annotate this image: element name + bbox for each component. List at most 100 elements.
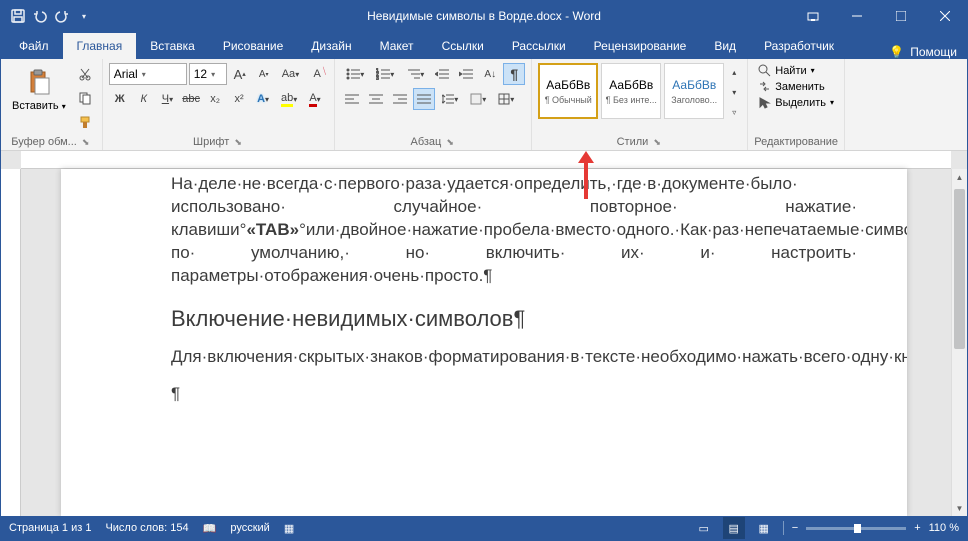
font-launcher[interactable]: ⬊: [232, 137, 244, 147]
shrink-font-button[interactable]: A▾: [253, 63, 275, 85]
font-size-combo[interactable]: 12▾: [189, 63, 227, 85]
style-normal[interactable]: АаБбВв ¶ Обычный: [538, 63, 598, 119]
vertical-scrollbar[interactable]: ▲ ▼: [951, 169, 967, 516]
paragraph-2[interactable]: Для·включения·скрытых·знаков·форматирова…: [171, 346, 857, 369]
italic-button[interactable]: К: [133, 88, 155, 110]
web-layout-button[interactable]: ▦: [753, 517, 775, 539]
bullets-button[interactable]: ▾: [341, 63, 369, 85]
tab-file[interactable]: Файл: [5, 33, 63, 59]
zoom-slider[interactable]: [806, 527, 906, 530]
copy-button[interactable]: [74, 87, 96, 109]
show-hide-marks-button[interactable]: ¶: [503, 63, 525, 85]
close-button[interactable]: [923, 1, 967, 31]
borders-button[interactable]: ▾: [493, 88, 519, 110]
redo-button[interactable]: [53, 7, 71, 25]
styles-scroll-down[interactable]: ▾: [727, 83, 741, 101]
increase-indent-button[interactable]: [455, 63, 477, 85]
font-name-combo[interactable]: Arial▾: [109, 63, 187, 85]
paste-button[interactable]: Вставить ▾: [7, 63, 71, 115]
strike-button[interactable]: abc: [180, 88, 202, 110]
change-case-button[interactable]: Aa▾: [277, 63, 304, 85]
style-heading1[interactable]: АаБбВв Заголово...: [664, 63, 724, 119]
clipboard-group-label: Буфер обм...: [11, 136, 77, 148]
read-mode-button[interactable]: ▭: [693, 517, 715, 539]
macro-icon[interactable]: ▦: [284, 522, 294, 535]
scroll-down-button[interactable]: ▼: [952, 500, 967, 516]
align-justify-button[interactable]: [413, 88, 435, 110]
print-layout-button[interactable]: ▤: [723, 517, 745, 539]
tab-draw[interactable]: Рисование: [209, 33, 297, 59]
decrease-indent-button[interactable]: [431, 63, 453, 85]
tab-developer[interactable]: Разработчик: [750, 33, 848, 59]
page-indicator[interactable]: Страница 1 из 1: [9, 522, 91, 534]
heading[interactable]: Включение·невидимых·символов¶: [171, 306, 857, 332]
zoom-in-button[interactable]: +: [914, 522, 920, 534]
align-right-button[interactable]: [389, 88, 411, 110]
horizontal-ruler[interactable]: [21, 151, 951, 169]
bold-button[interactable]: Ж: [109, 88, 131, 110]
group-styles: АаБбВв ¶ Обычный АаБбВв ¶ Без инте... Аа…: [532, 59, 748, 150]
clipboard-launcher[interactable]: ⬊: [80, 137, 92, 147]
clear-format-button[interactable]: A⧹: [306, 63, 328, 85]
tab-home[interactable]: Главная: [63, 33, 137, 59]
titlebar: ▾ Невидимые символы в Ворде.docx - Word: [1, 1, 967, 31]
font-color-button[interactable]: A▾: [304, 88, 325, 110]
numbering-button[interactable]: 123▾: [371, 63, 399, 85]
tab-view[interactable]: Вид: [700, 33, 750, 59]
tab-layout[interactable]: Макет: [366, 33, 428, 59]
paragraph-empty[interactable]: ¶: [171, 383, 857, 406]
paragraph-1[interactable]: На·деле·не·всегда·с·первого·раза·удается…: [171, 173, 857, 288]
maximize-button[interactable]: [879, 1, 923, 31]
paragraph-group-label: Абзац: [410, 136, 441, 148]
qat-customize[interactable]: ▾: [75, 7, 93, 25]
tab-mailings[interactable]: Рассылки: [498, 33, 580, 59]
zoom-out-button[interactable]: −: [792, 522, 798, 534]
font-group-label: Шрифт: [193, 136, 229, 148]
styles-launcher[interactable]: ⬊: [651, 137, 663, 147]
ribbon-options-button[interactable]: [791, 1, 835, 31]
find-button[interactable]: Найти ▾: [754, 63, 838, 78]
select-button[interactable]: Выделить ▾: [754, 95, 838, 110]
sort-button[interactable]: A↓: [479, 63, 501, 85]
highlight-button[interactable]: ab▾: [276, 88, 302, 110]
line-spacing-button[interactable]: ▾: [437, 88, 463, 110]
group-paragraph: ▾ 123▾ ▾ A↓ ¶ ▾ ▾ ▾ Абзац ⬊: [335, 59, 532, 150]
document-page[interactable]: На·деле·не·всегда·с·первого·раза·удается…: [61, 169, 907, 516]
tell-me-input[interactable]: Помощи: [910, 45, 957, 59]
window-controls: [791, 1, 967, 31]
zoom-level[interactable]: 110 %: [929, 522, 959, 534]
cut-button[interactable]: [74, 63, 96, 85]
format-painter-button[interactable]: [74, 111, 96, 133]
align-center-button[interactable]: [365, 88, 387, 110]
subscript-button[interactable]: x₂: [204, 88, 226, 110]
styles-more-button[interactable]: ▴: [727, 63, 741, 81]
tab-review[interactable]: Рецензирование: [580, 33, 701, 59]
tab-insert[interactable]: Вставка: [136, 33, 209, 59]
paragraph-launcher[interactable]: ⬊: [444, 137, 456, 147]
save-button[interactable]: [9, 7, 27, 25]
vertical-ruler[interactable]: [1, 169, 21, 516]
language-indicator[interactable]: русский: [230, 522, 269, 534]
grow-font-button[interactable]: A▴: [229, 63, 251, 85]
underline-button[interactable]: Ч▾: [157, 88, 178, 110]
tab-references[interactable]: Ссылки: [428, 33, 498, 59]
word-count[interactable]: Число слов: 154: [105, 522, 188, 534]
scroll-up-button[interactable]: ▲: [952, 169, 967, 185]
superscript-button[interactable]: x²: [228, 88, 250, 110]
multilevel-button[interactable]: ▾: [401, 63, 429, 85]
shading-button[interactable]: ▾: [465, 88, 491, 110]
styles-expand-button[interactable]: ▿: [727, 103, 741, 121]
styles-group-label: Стили: [617, 136, 649, 148]
minimize-button[interactable]: [835, 1, 879, 31]
group-clipboard: Вставить ▾ Буфер обм... ⬊: [1, 59, 103, 150]
replace-button[interactable]: Заменить: [754, 79, 838, 94]
text-effects-button[interactable]: A▾: [252, 88, 274, 110]
undo-button[interactable]: [31, 7, 49, 25]
align-left-button[interactable]: [341, 88, 363, 110]
svg-text:3: 3: [376, 76, 379, 80]
scroll-thumb[interactable]: [954, 189, 965, 349]
group-editing: Найти ▾ Заменить Выделить ▾ Редактирован…: [748, 59, 845, 150]
tab-design[interactable]: Дизайн: [297, 33, 365, 59]
spell-check-icon[interactable]: 📖: [203, 522, 217, 535]
style-no-spacing[interactable]: АаБбВв ¶ Без инте...: [601, 63, 661, 119]
